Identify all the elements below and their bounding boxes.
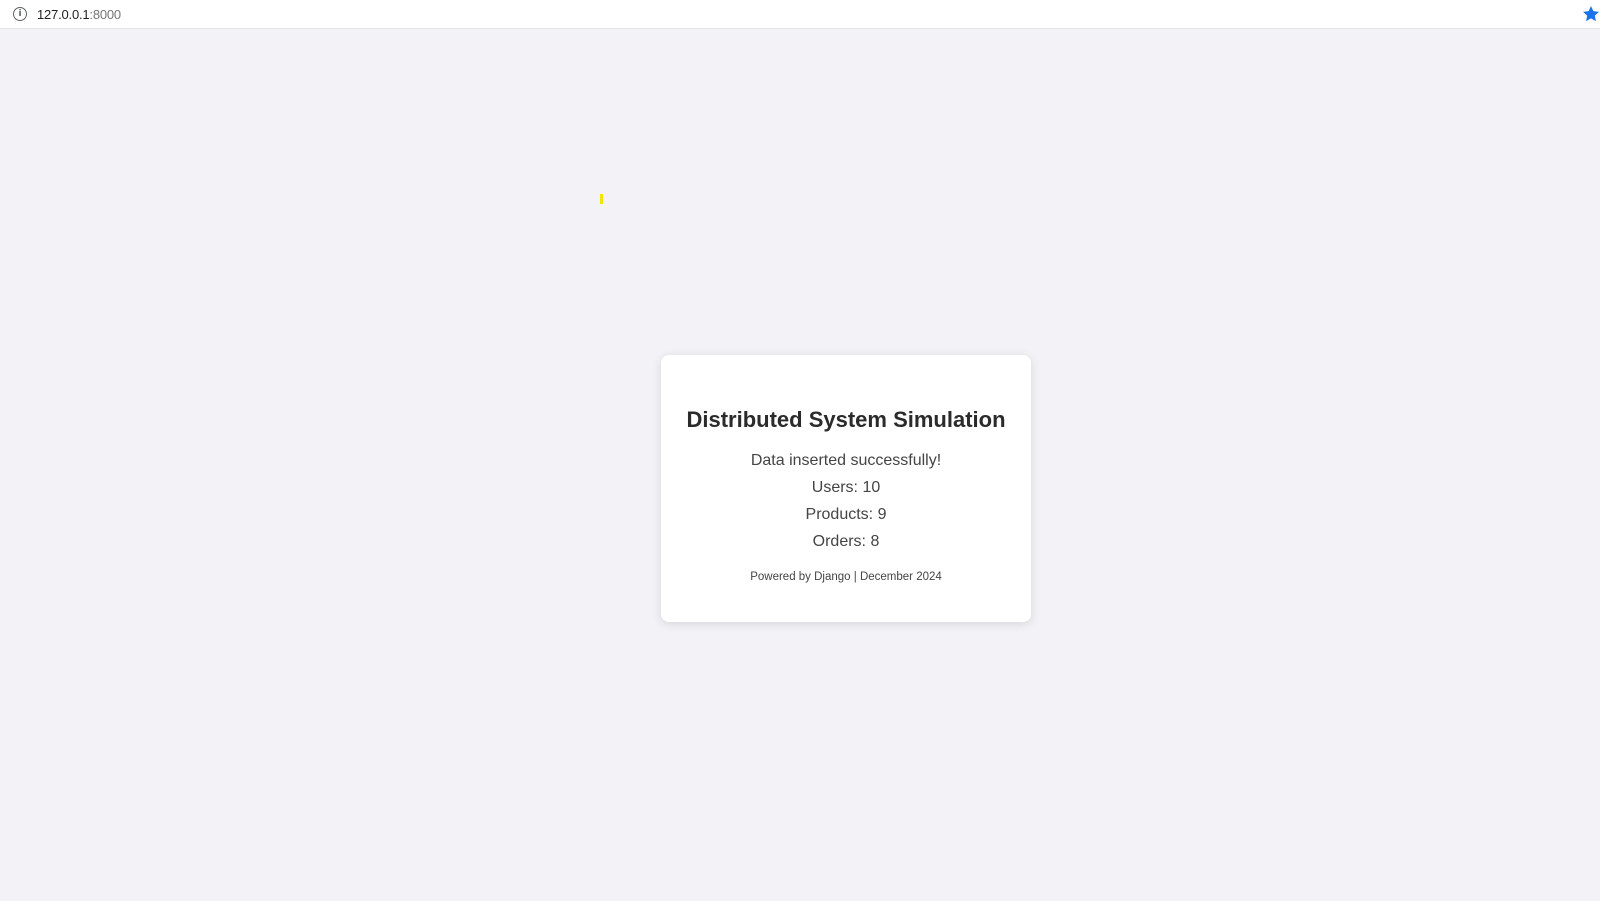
footer-text: Powered by Django | December 2024 [750, 571, 942, 583]
address-bar[interactable]: i 127.0.0.1:8000 [0, 0, 1600, 29]
users-count: Users: 10 [811, 479, 881, 496]
text-cursor [600, 194, 603, 204]
orders-count: Orders: 8 [812, 533, 880, 550]
status-card: Distributed System Simulation Data inser… [661, 355, 1031, 622]
url-port: :8000 [89, 7, 121, 22]
page-title: Distributed System Simulation [686, 407, 1006, 432]
info-icon[interactable]: i [13, 7, 27, 21]
star-icon[interactable] [1581, 4, 1600, 24]
url-text[interactable]: 127.0.0.1:8000 [37, 7, 121, 22]
success-message: Data inserted successfully! [750, 452, 942, 469]
url-host: 127.0.0.1 [37, 7, 90, 22]
products-count: Products: 9 [805, 506, 887, 523]
